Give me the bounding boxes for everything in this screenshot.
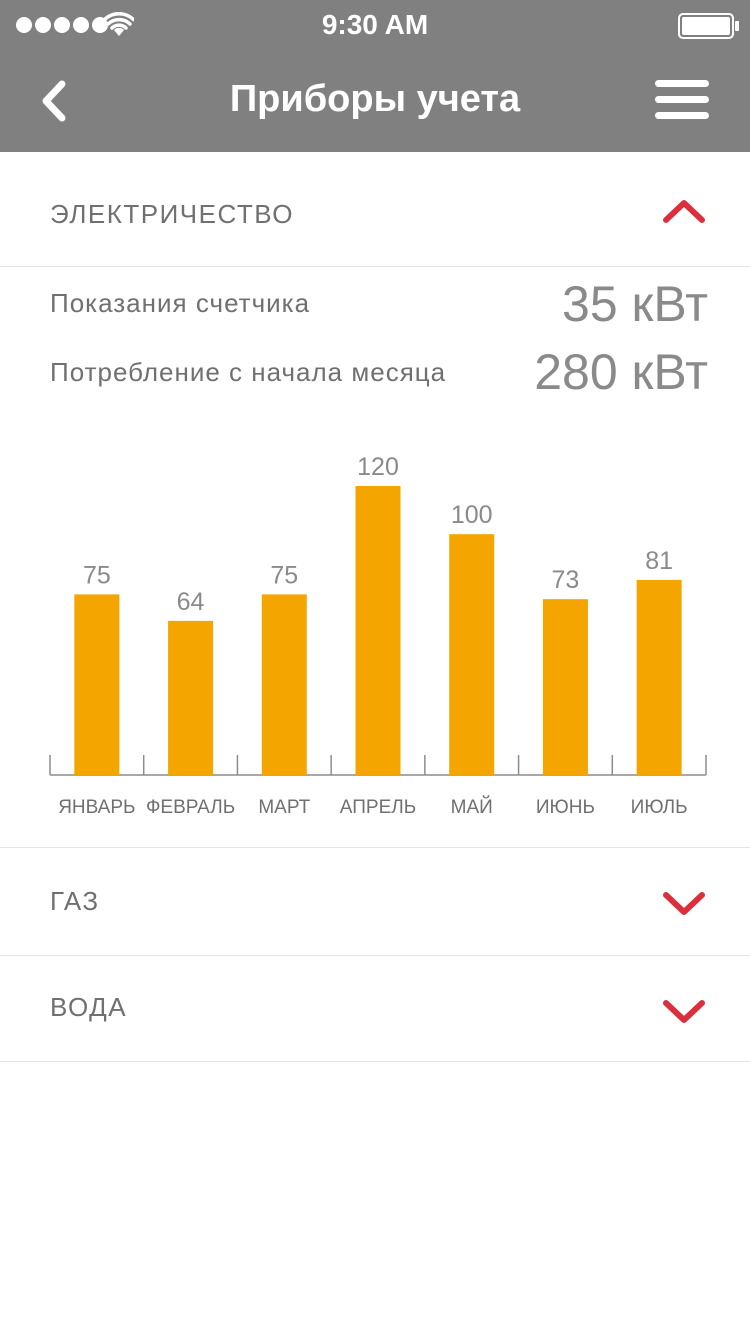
bar-value-label: 64: [177, 588, 205, 616]
x-tick-label: ФЕВРАЛЬ: [146, 797, 235, 818]
nav-bar: 9:30 AM Приборы учета: [0, 0, 750, 152]
bar-value-label: 120: [357, 453, 399, 481]
bar-value-label: 75: [83, 561, 111, 589]
meter-reading-label: Показания счетчика: [50, 288, 311, 318]
meter-reading-value: 35 кВт: [562, 276, 708, 332]
menu-button[interactable]: [652, 78, 712, 122]
x-tick-label: МАЙ: [451, 796, 493, 818]
consumption-bar-chart: 75 ЯНВАРЬ 64 ФЕВРАЛЬ 75 МАРТ 120 АПРЕЛЬ 100 МАЙ 73…: [49, 453, 707, 818]
bar-value-label: 73: [552, 566, 580, 594]
section-title-electricity: ЭЛЕКТРИЧЕСТВО: [50, 199, 294, 229]
divider: [0, 1061, 750, 1062]
status-bar: 9:30 AM: [0, 0, 750, 50]
section-header-gas[interactable]: ГАЗ: [0, 848, 750, 955]
chart-bar: [168, 620, 214, 775]
bar-value-label: 75: [270, 561, 298, 589]
x-tick-label: МАРТ: [258, 797, 310, 818]
x-tick-label: ЯНВАРЬ: [58, 797, 135, 818]
chart-bar: [261, 594, 307, 775]
section-title-gas: ГАЗ: [50, 886, 100, 916]
chevron-down-icon: [663, 1000, 705, 1023]
divider: [0, 266, 750, 267]
section-header-electricity[interactable]: ЭЛЕКТРИЧЕСТВО: [0, 152, 750, 266]
chart-bar: [355, 486, 401, 775]
page-title: Приборы учета: [229, 78, 521, 120]
x-tick-label: АПРЕЛЬ: [340, 797, 416, 818]
chart-bar: [449, 534, 495, 775]
chart-bar: [636, 579, 682, 775]
bar-value-label: 100: [451, 501, 493, 529]
consumption-value: 280 кВт: [534, 344, 708, 400]
bar-value-label: 81: [645, 547, 673, 575]
chart-bar: [74, 594, 120, 775]
section-header-water[interactable]: ВОДА: [0, 956, 750, 1061]
hamburger-icon: [655, 80, 709, 119]
consumption-label: Потребление с начала месяца: [50, 357, 447, 387]
chevron-down-icon: [663, 892, 705, 915]
chevron-up-icon: [663, 200, 705, 223]
chart-bar: [542, 599, 588, 775]
section-title-water: ВОДА: [50, 992, 128, 1022]
x-tick-label: ИЮНЬ: [536, 797, 595, 818]
x-tick-label: ИЮЛЬ: [631, 797, 688, 818]
status-time: 9:30 AM: [321, 9, 429, 40]
battery-icon: [678, 13, 739, 39]
